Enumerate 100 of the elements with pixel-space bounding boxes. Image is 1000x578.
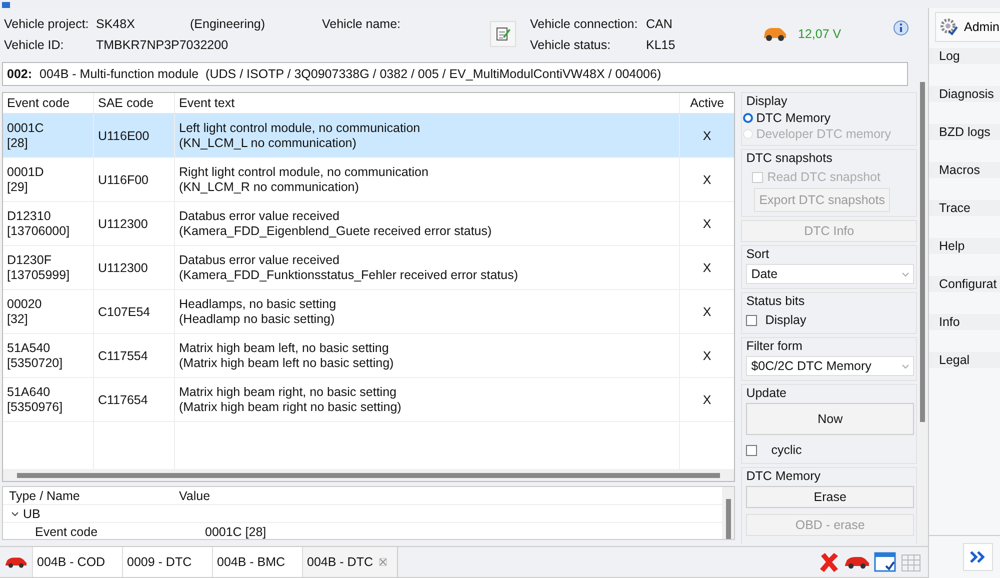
event-text: Databus error value received (179, 252, 340, 268)
group-title: Display (746, 94, 788, 109)
double-chevron-icon (970, 550, 986, 564)
active-mark: X (702, 392, 712, 406)
event-number: [29] (7, 180, 29, 194)
table-row[interactable]: D1230F [13705999] U112300 Databus error value received (Kamera_FDD_Funktionsstatus_Fehler received error status) X (3, 246, 734, 290)
field-label: Vehicle project: (4, 16, 90, 30)
sort-dropdown[interactable]: Date (746, 264, 914, 284)
checkbox[interactable]: Display (746, 311, 914, 329)
field-label: Vehicle ID: (4, 38, 65, 52)
notepad-pencil-icon (495, 26, 511, 42)
module-title: 002: 004B - Multi-function module (UDS / ISOTP / 3Q0907338G / 0382 / 005 / EV_MultiModulContiVW48X / 004006) (2, 62, 908, 86)
voltage-value: 12,07 V (798, 27, 842, 41)
sidebar-item[interactable]: Macros (929, 162, 1000, 178)
tab[interactable]: 004B - BMC (212, 547, 302, 577)
sidebar-item[interactable]: BZD logs (929, 124, 1000, 140)
delete-icon[interactable] (818, 551, 840, 573)
sidebar-item[interactable]: Configurat (929, 276, 1000, 292)
event-detail: (Matrix high beam left no basic setting) (179, 356, 395, 370)
admin-button[interactable]: Admin (935, 12, 1000, 42)
property-value: 0001C [28] (205, 524, 266, 538)
sidebar-item[interactable]: Info (929, 314, 1000, 330)
event-detail: (Headlamp no basic setting) (179, 312, 336, 326)
column-header[interactable]: Event code (3, 93, 94, 113)
car-icon[interactable] (844, 554, 870, 570)
gear-icon (940, 18, 958, 36)
sae-code: C107E54 (98, 304, 150, 318)
table-row[interactable]: D12310 [13706000] U112300 Databus error value received (Kamera_FDD_Eigenblend_Guete received error status) X (3, 202, 734, 246)
table-row[interactable]: 0001D [29] U116F00 Right light control module, no communication (KN_LCM_R no communication) X (3, 158, 734, 202)
event-text: Left light control module, no communication (179, 120, 422, 136)
event-code: 51A540 (7, 340, 52, 356)
tab[interactable]: 004B - COD (32, 547, 122, 577)
field-value: CAN (646, 16, 672, 30)
event-number: [13706000] (7, 224, 71, 238)
edit-button[interactable] (490, 21, 516, 47)
active-mark: X (702, 260, 712, 274)
sae-code: U116E00 (98, 128, 150, 142)
checkbox[interactable]: cyclic (746, 441, 914, 459)
event-number: [13705999] (7, 268, 71, 282)
event-code: D12310 (7, 208, 52, 224)
erase-button[interactable]: Erase (746, 486, 914, 508)
event-number: [5350720] (7, 356, 64, 370)
active-mark: X (702, 216, 712, 230)
table-row[interactable]: 51A640 [5350976] C117654 Matrix high beam right, no basic setting (Matrix high beam right no basic setting) X (3, 378, 734, 422)
sae-code: C117654 (98, 392, 148, 406)
group-title: Update (746, 386, 788, 401)
sidebar-item[interactable]: Log (929, 48, 1000, 64)
sae-code: U116F00 (98, 172, 148, 186)
column-header[interactable]: Event text (175, 93, 680, 113)
sidebar-item[interactable]: Legal (929, 352, 1000, 368)
column-header[interactable]: Value (175, 488, 722, 502)
sae-code: U112300 (98, 260, 148, 274)
group-title: DTC Memory (746, 469, 822, 484)
column-header[interactable]: Active (680, 93, 734, 113)
close-icon[interactable] (379, 558, 387, 566)
sae-code: C117554 (98, 348, 148, 362)
car-icon (762, 26, 788, 42)
field-value: SK48X (96, 16, 136, 30)
field-value: TMBKR7NP3P7032200 (96, 38, 228, 52)
field-label: Vehicle name: (322, 16, 401, 30)
table-row[interactable]: 00020 [32] C107E54 Headlamps, no basic setting (Headlamp no basic setting) X (3, 290, 734, 334)
sae-code: U112300 (98, 216, 148, 230)
group-title: Sort (746, 247, 770, 262)
event-detail: (KN_LCM_R no communication) (179, 180, 360, 194)
window-check-icon[interactable] (874, 551, 896, 573)
group-name: UB (23, 506, 40, 520)
info-icon[interactable] (893, 20, 909, 36)
now-button[interactable]: Now (746, 403, 914, 435)
event-detail: (KN_LCM_L no communication) (179, 136, 358, 150)
active-mark: X (702, 172, 712, 186)
expand-button[interactable] (963, 543, 993, 571)
radio-option[interactable]: DTC Memory (743, 111, 914, 125)
tab[interactable]: 004B - DTC (302, 547, 398, 577)
event-text: Matrix high beam right, no basic setting (179, 384, 398, 400)
car-icon[interactable] (4, 555, 28, 569)
event-text: Databus error value received (179, 208, 340, 224)
column-header[interactable]: Type / Name (3, 488, 175, 502)
event-detail: (Matrix high beam right no basic setting) (179, 400, 402, 414)
group-title: Status bits (746, 294, 806, 309)
event-text: Right light control module, no communication (179, 164, 430, 180)
event-code: 0001C (7, 120, 45, 136)
table-row[interactable]: 0001C [28] U116E00 Left light control module, no communication (KN_LCM_L no communication) X (3, 114, 734, 158)
chevron-icon[interactable] (11, 510, 19, 518)
group-title: Filter form (746, 339, 804, 354)
active-mark: X (702, 348, 712, 362)
filter-dropdown[interactable]: $0C/2C DTC Memory (746, 356, 914, 376)
event-number: [5350976] (7, 400, 64, 414)
active-mark: X (702, 128, 712, 142)
chevron-icon (902, 364, 910, 368)
event-code: D1230F (7, 252, 52, 268)
sidebar-item[interactable]: Diagnosis (929, 86, 1000, 102)
table-row[interactable]: 51A540 [5350720] C117554 Matrix high beam left, no basic setting (Matrix high beam left no basic setting) X (3, 334, 734, 378)
active-mark: X (702, 304, 712, 318)
event-code: 51A640 (7, 384, 52, 400)
chevron-icon (902, 272, 910, 276)
column-header[interactable]: SAE code (94, 93, 175, 113)
event-text: Matrix high beam left, no basic setting (179, 340, 390, 356)
tab[interactable]: 0009 - DTC (122, 547, 212, 577)
sidebar-item[interactable]: Help (929, 238, 1000, 254)
sidebar-item[interactable]: Trace (929, 200, 1000, 216)
